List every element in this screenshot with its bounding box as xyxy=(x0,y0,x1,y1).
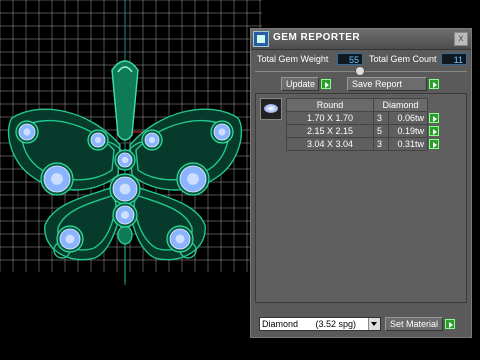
column-header-material: Diamond xyxy=(373,98,428,112)
total-gem-count-value: 11 xyxy=(441,53,467,65)
gem-weight-cell: 0.19tw xyxy=(388,124,428,138)
gem-facet xyxy=(94,136,102,144)
save-report-go-icon[interactable] xyxy=(429,79,439,89)
gem-report-area: Round Diamond 1.70 X 1.70 3 0.06tw 2.15 … xyxy=(255,93,467,303)
gem-facet xyxy=(121,156,129,164)
gem-weight-cell: 0.31tw xyxy=(388,137,428,151)
gem-count-cell: 3 xyxy=(373,137,389,151)
column-header-shape: Round xyxy=(286,98,374,112)
row-select-icon[interactable] xyxy=(429,113,439,123)
table-row: 1.70 X 1.70 3 0.06tw xyxy=(286,111,440,125)
total-gem-weight-label: Total Gem Weight xyxy=(257,54,329,64)
gem-reporter-panel: GEM REPORTER x Total Gem Weight 55 Total… xyxy=(250,28,472,338)
save-report-button[interactable]: Save Report xyxy=(347,77,427,91)
gem-report-table: Round Diamond 1.70 X 1.70 3 0.06tw 2.15 … xyxy=(286,98,440,151)
gem-facet xyxy=(218,128,226,136)
gem-size-cell: 2.15 X 2.15 xyxy=(286,124,374,138)
chevron-down-icon[interactable] xyxy=(368,318,380,330)
material-dropdown-value: Diamond (3.52 spg) xyxy=(262,319,357,329)
material-dropdown[interactable]: Diamond (3.52 spg) xyxy=(259,317,381,331)
update-button[interactable]: Update xyxy=(281,77,319,91)
gem-facet xyxy=(23,128,31,136)
panel-title: GEM REPORTER xyxy=(273,32,361,43)
table-row: 2.15 X 2.15 5 0.19tw xyxy=(286,124,440,138)
gem-size-cell: 3.04 X 3.04 xyxy=(286,137,374,151)
panel-titlebar[interactable]: GEM REPORTER x xyxy=(251,29,471,50)
gem-facet xyxy=(120,210,130,220)
table-row: 3.04 X 3.04 3 0.31tw xyxy=(286,137,440,151)
gem-facet xyxy=(175,234,185,244)
gem-count-cell: 3 xyxy=(373,111,389,125)
gem-facet xyxy=(119,183,131,195)
gem-size-cell: 1.70 X 1.70 xyxy=(286,111,374,125)
total-gem-weight-value: 55 xyxy=(337,53,363,65)
set-material-button[interactable]: Set Material xyxy=(385,317,443,331)
gem-reporter-app-icon xyxy=(253,31,269,47)
gem-preview-icon xyxy=(260,98,282,120)
gem-weight-cell: 0.06tw xyxy=(388,111,428,125)
set-material-go-icon[interactable] xyxy=(445,319,455,329)
row-select-icon[interactable] xyxy=(429,126,439,136)
total-gem-count-label: Total Gem Count xyxy=(369,54,437,64)
gem-count-cell: 5 xyxy=(373,124,389,138)
row-select-icon[interactable] xyxy=(429,139,439,149)
gem-facet xyxy=(51,173,63,185)
gem-facet xyxy=(65,234,75,244)
gem-facet xyxy=(187,173,199,185)
update-go-icon[interactable] xyxy=(321,79,331,89)
close-button[interactable]: x xyxy=(454,32,468,46)
slider-thumb[interactable] xyxy=(355,66,365,76)
gem-facet xyxy=(148,136,156,144)
